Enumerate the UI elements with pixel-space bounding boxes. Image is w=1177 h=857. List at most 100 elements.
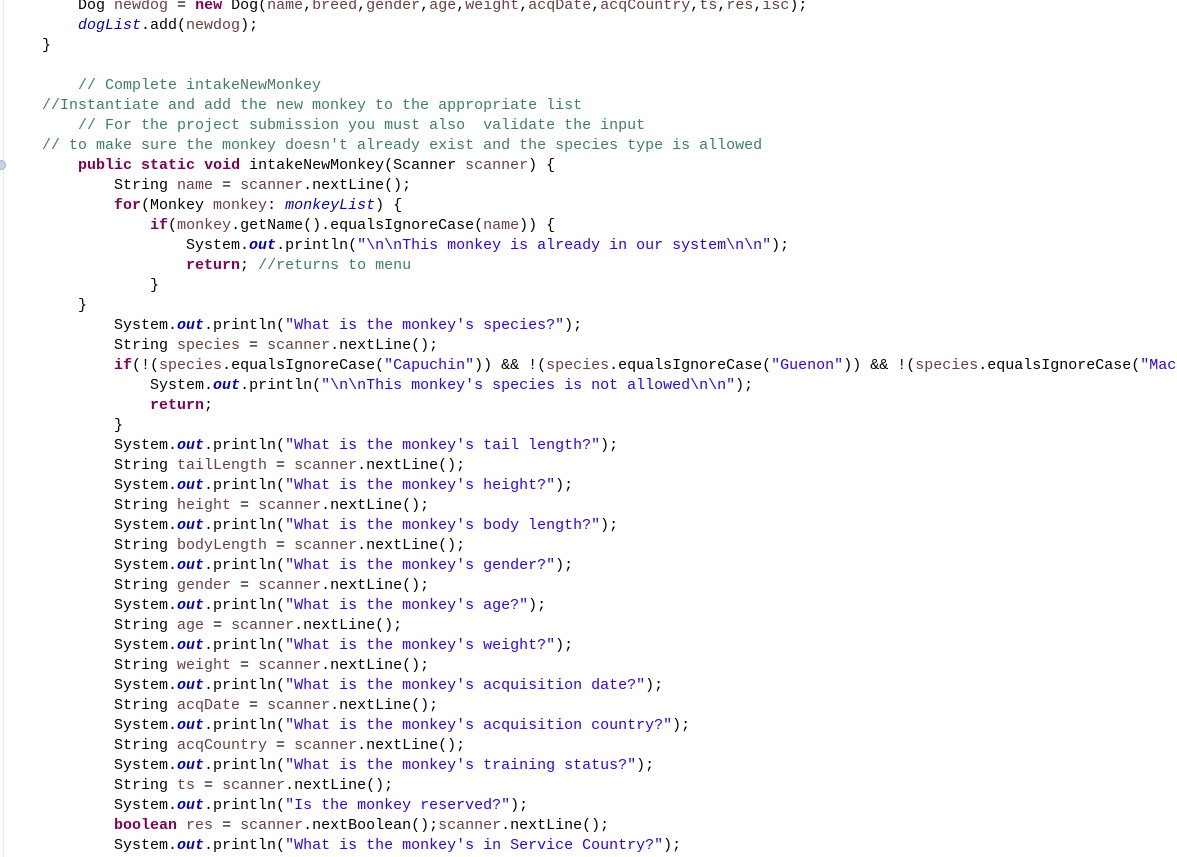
code-line[interactable]: if(!(species.equalsIgnoreCase("Capuchin"… xyxy=(42,356,1177,376)
string-literal: "What is the monkey's training status?" xyxy=(285,757,637,774)
code-line[interactable]: System.out.println("What is the monkey's… xyxy=(42,676,1177,696)
code-line[interactable]: if(monkey.getName().equalsIgnoreCase(nam… xyxy=(42,216,1177,236)
code-line[interactable]: } xyxy=(42,296,1177,316)
comment: //Instantiate and add the new monkey to … xyxy=(42,97,583,114)
code-line[interactable]: System.out.println("What is the monkey's… xyxy=(42,716,1177,736)
code-line[interactable]: dogList.add(newdog); xyxy=(42,16,1177,36)
code-text: = xyxy=(204,617,232,634)
keyword: public xyxy=(78,157,133,174)
code-text: ); xyxy=(555,477,574,494)
code-text: = xyxy=(231,577,259,594)
code-line[interactable]: for(Monkey monkey: monkeyList) { xyxy=(42,196,1177,216)
code-line[interactable]: System.out.println("\n\nThis monkey is a… xyxy=(42,236,1177,256)
local-variable: bodyLength xyxy=(177,537,268,554)
code-line[interactable]: String ts = scanner.nextLine(); xyxy=(42,776,1177,796)
string-literal: "Is the monkey reserved?" xyxy=(285,797,511,814)
code-text: ) { xyxy=(375,197,403,214)
code-line[interactable]: System.out.println("What is the monkey's… xyxy=(42,476,1177,496)
code-editor[interactable]: Dog newdog = new Dog(name,breed,gender,a… xyxy=(0,0,1177,857)
code-text: System. xyxy=(114,477,178,494)
code-line[interactable]: return; xyxy=(42,396,1177,416)
code-line[interactable]: System.out.println("What is the monkey's… xyxy=(42,636,1177,656)
code-line[interactable]: String weight = scanner.nextLine(); xyxy=(42,656,1177,676)
code-line[interactable]: String acqDate = scanner.nextLine(); xyxy=(42,696,1177,716)
code-line[interactable]: String gender = scanner.nextLine(); xyxy=(42,576,1177,596)
static-field: out xyxy=(177,797,205,814)
code-line[interactable]: System.out.println("What is the monkey's… xyxy=(42,516,1177,536)
code-line[interactable]: } xyxy=(42,276,1177,296)
code-text: Dog( xyxy=(222,0,268,14)
static-field: out xyxy=(213,377,241,394)
code-line[interactable]: } xyxy=(42,416,1177,436)
code-line[interactable]: // to make sure the monkey doesn't alrea… xyxy=(42,136,1177,156)
code-line[interactable]: System.out.println("What is the monkey's… xyxy=(42,316,1177,336)
code-line[interactable]: System.out.println("\n\nThis monkey's sp… xyxy=(42,376,1177,396)
code-line[interactable]: String acqCountry = scanner.nextLine(); xyxy=(42,736,1177,756)
code-line[interactable]: // Complete intakeNewMonkey xyxy=(42,76,1177,96)
code-line[interactable]: System.out.println("What is the monkey's… xyxy=(42,756,1177,776)
code-line[interactable]: String height = scanner.nextLine(); xyxy=(42,496,1177,516)
local-variable: scanner xyxy=(258,657,322,674)
code-text: System. xyxy=(114,797,178,814)
code-text: )) { xyxy=(519,217,556,234)
code-line[interactable]: String tailLength = scanner.nextLine(); xyxy=(42,456,1177,476)
code-line[interactable]: System.out.println("Is the monkey reserv… xyxy=(42,796,1177,816)
code-text: ; xyxy=(240,257,259,274)
code-line[interactable] xyxy=(42,56,1177,76)
override-indicator-icon[interactable] xyxy=(0,160,6,170)
code-text: .equalsIgnoreCase( xyxy=(222,357,385,374)
local-variable: acqCountry xyxy=(177,737,268,754)
code-text: ); xyxy=(600,517,619,534)
code-text: Dog xyxy=(78,0,115,14)
code-line[interactable]: System.out.println("What is the monkey's… xyxy=(42,436,1177,456)
code-line[interactable]: public static void intakeNewMonkey(Scann… xyxy=(42,156,1177,176)
code-line[interactable]: Dog newdog = new Dog(name,breed,gender,a… xyxy=(42,0,1177,16)
code-text: = xyxy=(267,537,295,554)
code-line[interactable]: System.out.println("What is the monkey's… xyxy=(42,596,1177,616)
static-field: out xyxy=(177,517,205,534)
code-line[interactable]: boolean res = scanner.nextBoolean();scan… xyxy=(42,816,1177,836)
code-line[interactable]: String age = scanner.nextLine(); xyxy=(42,616,1177,636)
code-text: System. xyxy=(114,597,178,614)
local-variable: isc xyxy=(762,0,790,14)
code-text: ; xyxy=(204,397,214,414)
code-text: ); xyxy=(564,317,583,334)
code-line[interactable]: // For the project submission you must a… xyxy=(42,116,1177,136)
code-line[interactable]: return; //returns to menu xyxy=(42,256,1177,276)
local-variable: scanner xyxy=(294,537,358,554)
comment: // to make sure the monkey doesn't alrea… xyxy=(42,137,763,154)
static-field: out xyxy=(177,557,205,574)
code-text-area[interactable]: Dog newdog = new Dog(name,breed,gender,a… xyxy=(42,0,1177,856)
code-line[interactable]: String species = scanner.nextLine(); xyxy=(42,336,1177,356)
comment: //returns to menu xyxy=(258,257,412,274)
code-line[interactable]: System.out.println("What is the monkey's… xyxy=(42,556,1177,576)
code-text: .println( xyxy=(204,717,286,734)
code-line[interactable]: //Instantiate and add the new monkey to … xyxy=(42,96,1177,116)
code-text: , xyxy=(303,0,313,14)
code-line[interactable]: String name = scanner.nextLine(); xyxy=(42,176,1177,196)
string-literal: "Capuchin" xyxy=(384,357,475,374)
local-variable: breed xyxy=(312,0,358,14)
code-text: ); xyxy=(771,237,790,254)
editor-gutter xyxy=(3,0,4,857)
code-text: intakeNewMonkey(Scanner xyxy=(240,157,466,174)
code-text: .nextLine(); xyxy=(285,777,394,794)
code-line[interactable]: } xyxy=(42,36,1177,56)
static-field: out xyxy=(177,437,205,454)
code-line[interactable]: String bodyLength = scanner.nextLine(); xyxy=(42,536,1177,556)
code-line[interactable]: System.out.println("What is the monkey's… xyxy=(42,836,1177,856)
code-text: ); xyxy=(672,717,691,734)
string-literal: "What is the monkey's acquisition countr… xyxy=(285,717,673,734)
code-text: )) && !( xyxy=(843,357,916,374)
